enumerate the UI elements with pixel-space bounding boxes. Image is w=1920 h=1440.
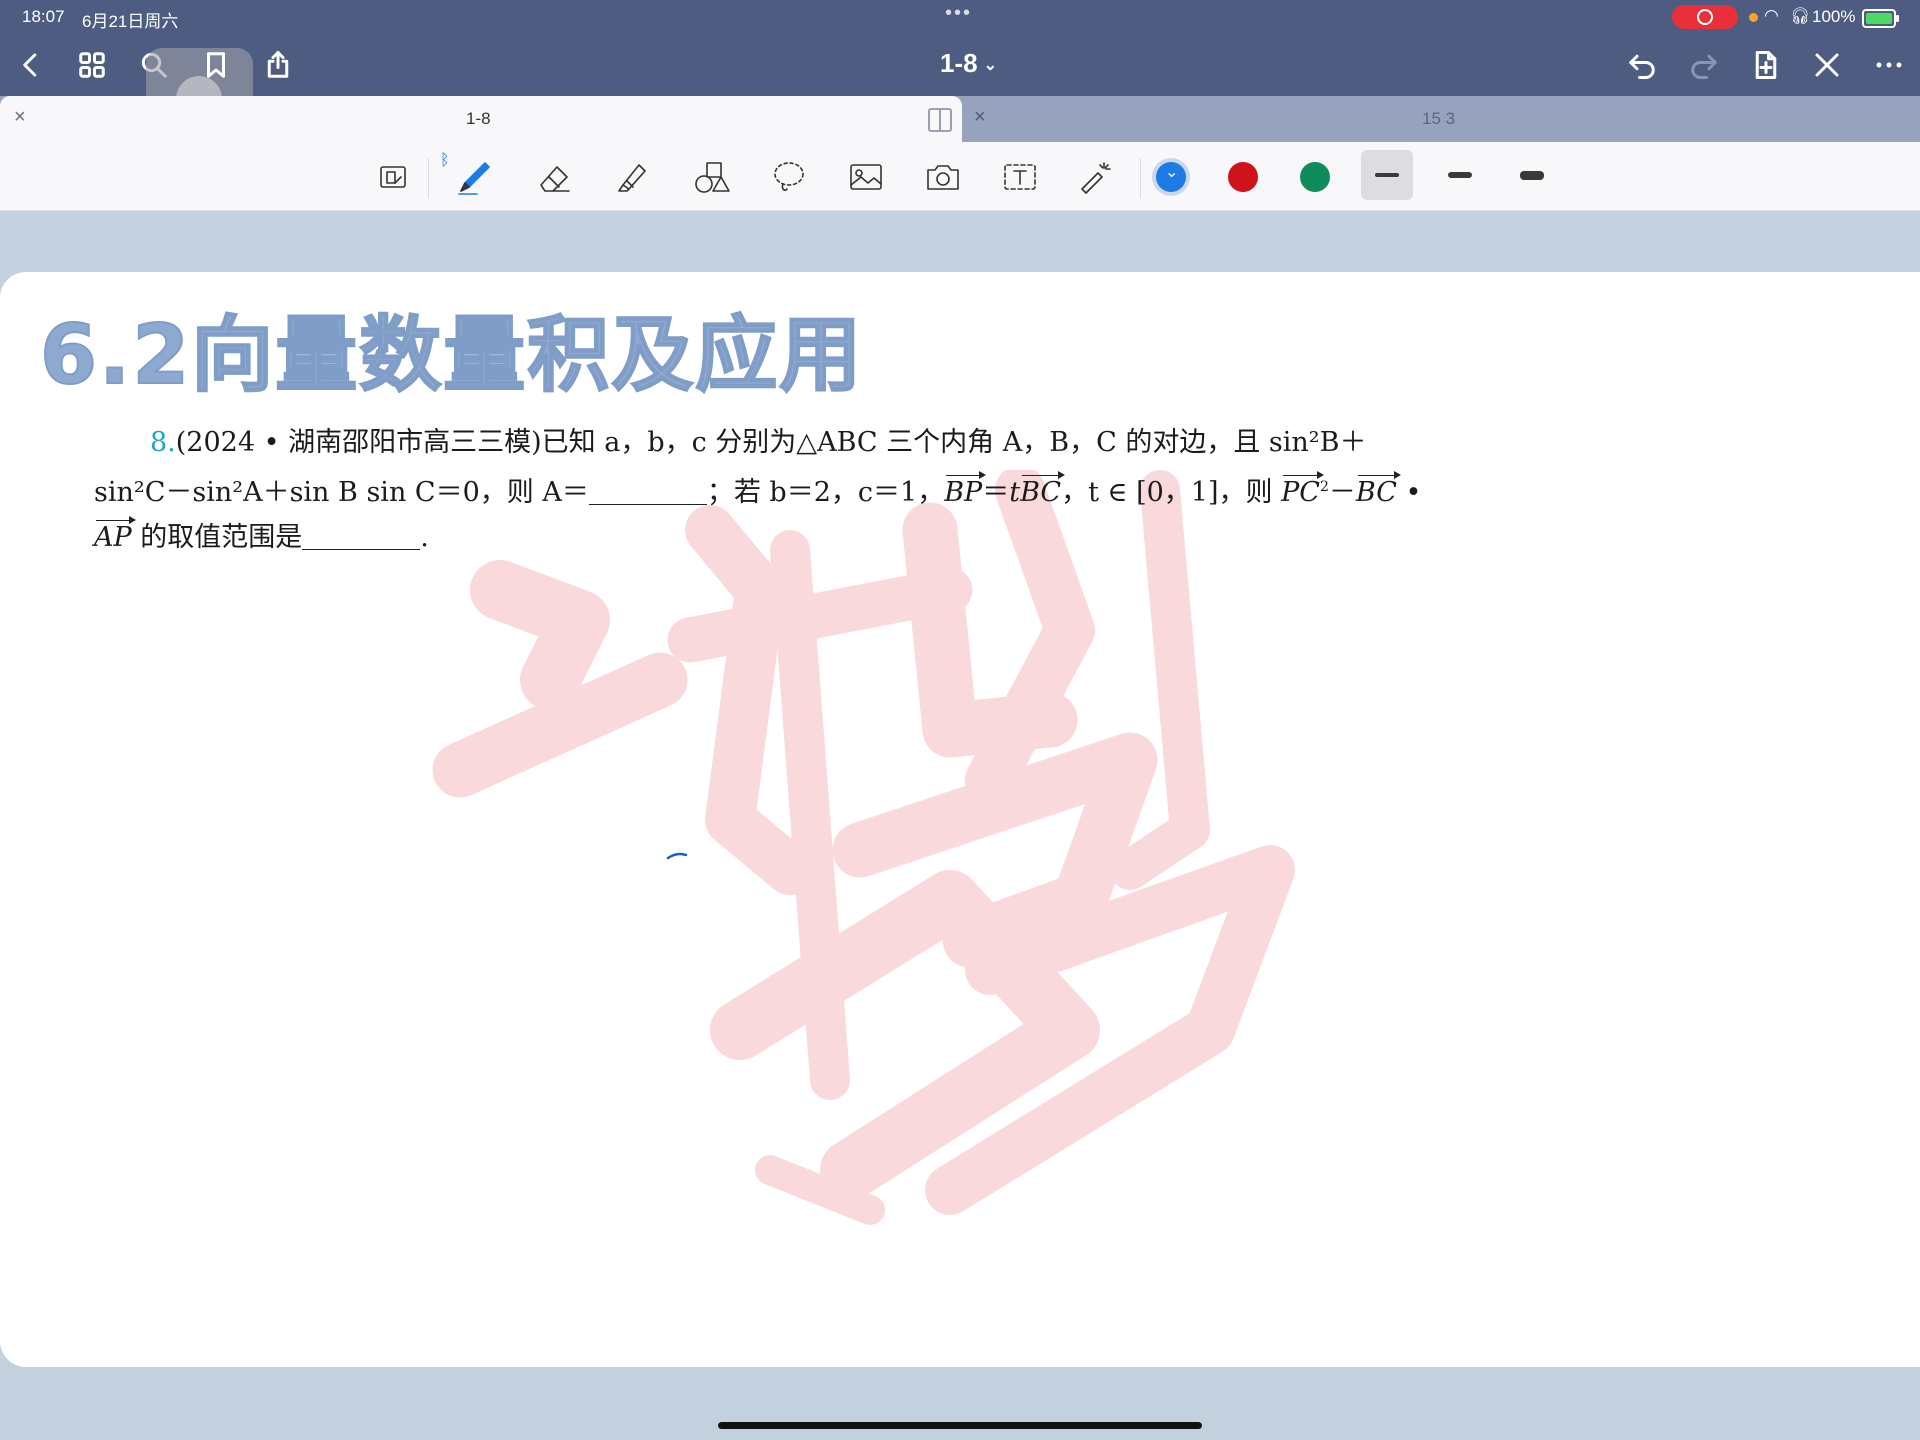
add-page-icon: [1755, 51, 1777, 79]
tab-15-3[interactable]: × 15 3: [962, 96, 1920, 142]
section-heading: 6.2向量数量积及应用: [39, 307, 864, 404]
grid-icon: [79, 52, 105, 78]
camera-tool[interactable]: [920, 154, 966, 200]
image-tool[interactable]: [843, 154, 889, 200]
close-tab-icon[interactable]: ×: [14, 106, 26, 129]
status-date: 6月21日周六: [82, 12, 179, 31]
screen-recording-icon[interactable]: [1672, 5, 1738, 29]
status-time: 18:07: [22, 7, 65, 26]
camera-icon: [927, 165, 959, 190]
drawing-toolbar: ᛒ: [0, 142, 1920, 211]
question-text-line3: 的取值范围是: [140, 522, 303, 553]
question-text-line2a: sin²C－sin²A＋sin B sin C＝0，则 A＝: [94, 477, 589, 508]
answer-blank-2: [302, 519, 421, 550]
redo-button[interactable]: [1685, 46, 1723, 84]
stroke-width-thick[interactable]: [1506, 150, 1558, 200]
multitasking-dots-icon[interactable]: •••: [945, 2, 972, 25]
stroke-width-medium[interactable]: [1434, 150, 1486, 200]
shapes-icon: [695, 162, 730, 193]
color-green[interactable]: [1300, 162, 1330, 192]
tab-bar: × 1-8 × 15 3: [0, 96, 1920, 142]
microphone-indicator-icon: [1749, 13, 1758, 22]
add-page-button[interactable]: [1747, 46, 1785, 84]
question-8: 8.(2024 • 湖南邵阳市高三三模)已知 a，b，c 分别为△ABC 三个内…: [94, 420, 1494, 560]
laser-pointer-icon: [1081, 162, 1111, 194]
pen-tool[interactable]: [452, 154, 498, 200]
color-red[interactable]: [1228, 162, 1258, 192]
shapes-tool[interactable]: [688, 154, 734, 200]
redo-icon: [1691, 54, 1717, 79]
watermark-logo: [430, 465, 1490, 1230]
bluetooth-icon: ᛒ: [440, 152, 450, 169]
bookmark-icon: [207, 52, 225, 78]
tab-label: 15 3: [1422, 109, 1456, 128]
more-icon: [1876, 62, 1902, 68]
chevron-down-icon: ⌄: [983, 57, 997, 75]
bookmark-button[interactable]: [197, 46, 235, 84]
lasso-tool[interactable]: [766, 154, 812, 200]
status-bar: 18:07 6月21日周六 ••• ◠ 🎧︎ 100%: [0, 0, 1920, 34]
undo-icon: [1629, 54, 1655, 79]
answer-blank-1: [588, 474, 707, 505]
pen-icon: [458, 162, 490, 195]
question-line-3: AP 的取值范围是.: [94, 515, 1494, 560]
vector-pc: PC: [1281, 477, 1320, 508]
highlighter-icon: [618, 164, 646, 192]
headphone-icon: 🎧︎: [1790, 8, 1811, 25]
question-line-1: 8.(2024 • 湖南邵阳市高三三模)已知 a，b，c 分别为△ABC 三个内…: [94, 420, 1494, 465]
question-text-line1: 已知 a，b，c 分别为△ABC 三个内角 A，B，C 的对边，且 sin²B＋: [541, 427, 1367, 458]
navigation-bar: 1-8 ⌄: [0, 34, 1920, 155]
vector-bc: BC: [1020, 477, 1062, 508]
battery-icon: [1862, 9, 1899, 28]
tab-1-8[interactable]: × 1-8: [0, 96, 962, 142]
more-button[interactable]: [1870, 46, 1908, 84]
question-line-2: sin²C－sin²A＋sin B sin C＝0，则 A＝ ；若 b＝2，c＝1…: [94, 465, 1494, 515]
read-only-mode-icon: [380, 166, 406, 188]
color-blue[interactable]: [1156, 162, 1186, 192]
stroke-width-thin[interactable]: [1361, 150, 1413, 200]
page-separator: [0, 212, 1920, 240]
battery-percentage: 100%: [1812, 7, 1856, 26]
undo-button[interactable]: [1623, 46, 1661, 84]
eraser-icon: [540, 166, 570, 192]
eraser-tool[interactable]: [532, 154, 578, 200]
vector-ap: AP: [94, 522, 132, 553]
wifi-icon: ◠: [1764, 6, 1779, 25]
pen-off-icon: [1815, 53, 1839, 77]
document-title[interactable]: 1-8 ⌄: [940, 48, 997, 79]
ink-stroke: [666, 852, 688, 860]
close-tab-icon[interactable]: ×: [974, 106, 986, 129]
share-icon: [267, 51, 289, 78]
text-box-icon: [1004, 164, 1036, 190]
question-text-line2b: ；若 b＝2，c＝1，: [706, 477, 945, 508]
question-text-line2c: ，t ∈ [0，1]，则: [1061, 477, 1273, 508]
read-only-mode-button[interactable]: [370, 154, 416, 200]
vector-bc-2: BC: [1355, 477, 1397, 508]
share-button[interactable]: [259, 46, 297, 84]
text-tool[interactable]: [997, 154, 1043, 200]
split-view-icon[interactable]: [928, 108, 952, 132]
close-edit-button[interactable]: [1808, 46, 1846, 84]
thumbnails-button[interactable]: [73, 46, 111, 84]
image-icon: [850, 164, 882, 190]
home-indicator[interactable]: [718, 1422, 1202, 1429]
back-button[interactable]: [12, 46, 50, 84]
vector-bp: BP: [944, 477, 983, 508]
tab-label: 1-8: [466, 109, 491, 128]
highlighter-tool[interactable]: [610, 154, 656, 200]
chevron-left-icon: [23, 53, 37, 77]
laser-pointer-tool[interactable]: [1073, 154, 1119, 200]
question-source: (2024 • 湖南邵阳市高三三模): [175, 427, 542, 458]
page-separator-bottom: [0, 1367, 1920, 1440]
question-number: 8.: [150, 427, 176, 458]
lasso-icon: [774, 162, 804, 191]
